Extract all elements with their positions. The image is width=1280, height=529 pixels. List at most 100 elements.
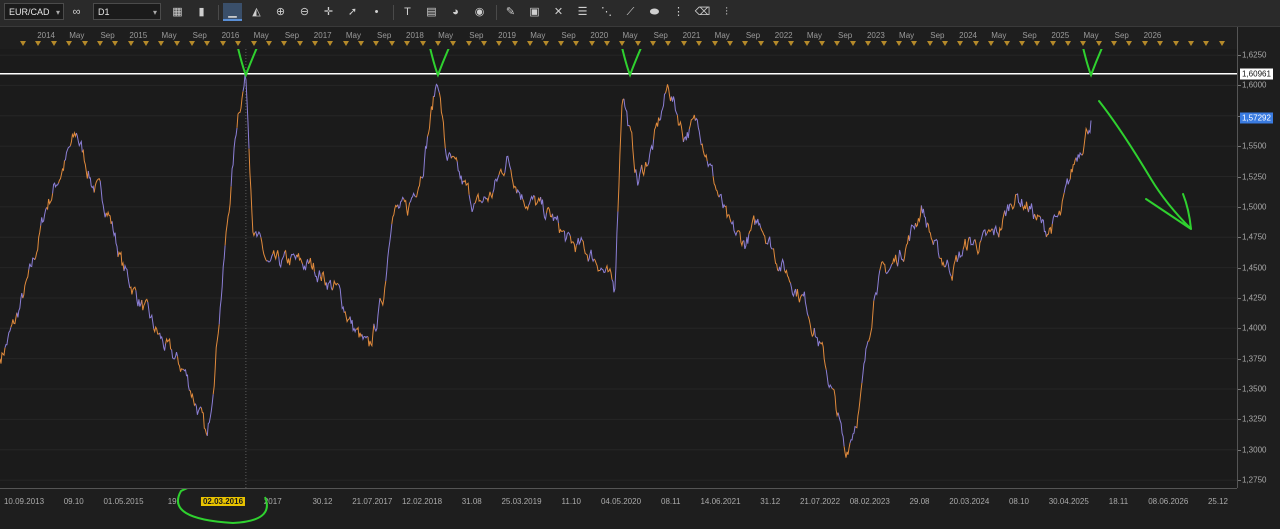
globe-icon[interactable]: ◉ — [470, 3, 489, 21]
event-marker-icon[interactable] — [557, 41, 564, 46]
event-marker-icon[interactable] — [1203, 41, 1210, 46]
event-marker-icon[interactable] — [450, 41, 457, 46]
event-marker-icon[interactable] — [726, 41, 733, 46]
event-marker-icon[interactable] — [35, 41, 42, 46]
event-marker-icon[interactable] — [358, 41, 365, 46]
grid-icon[interactable]: ⋮ — [669, 3, 688, 21]
event-marker-icon[interactable] — [803, 41, 810, 46]
event-marker-icon[interactable] — [1141, 41, 1148, 46]
event-marker-icon[interactable] — [911, 41, 918, 46]
event-marker-icon[interactable] — [20, 41, 27, 46]
ellipse-icon[interactable]: ⬬ — [645, 3, 664, 21]
event-marker-icon[interactable] — [50, 41, 57, 46]
event-marker-icon[interactable] — [603, 41, 610, 46]
event-marker-icon[interactable] — [650, 41, 657, 46]
event-marker-icon[interactable] — [711, 41, 718, 46]
event-marker-icon[interactable] — [588, 41, 595, 46]
trendline-icon[interactable]: ⟋ — [621, 3, 640, 21]
event-marker-icon[interactable] — [573, 41, 580, 46]
event-marker-icon[interactable] — [496, 41, 503, 46]
note-icon[interactable]: ▤ — [422, 3, 441, 21]
event-marker-icon[interactable] — [388, 41, 395, 46]
event-marker-icon[interactable] — [281, 41, 288, 46]
time-axis[interactable]: 10.09.2013 09.10 01.05.2015 19. 02.03.2016 20… — [0, 488, 1237, 529]
event-marker-icon[interactable] — [434, 41, 441, 46]
event-marker-icon[interactable] — [834, 41, 841, 46]
event-marker-icon[interactable] — [81, 41, 88, 46]
price-chart[interactable] — [0, 49, 1237, 488]
event-marker-icon[interactable] — [988, 41, 995, 46]
event-marker-icon[interactable] — [235, 41, 242, 46]
event-marker-icon[interactable] — [957, 41, 964, 46]
candle-icon[interactable]: ▮ — [192, 3, 211, 21]
event-marker-icon[interactable] — [1049, 41, 1056, 46]
pencil-icon[interactable]: ✎ — [501, 3, 520, 21]
event-marker-icon[interactable] — [204, 41, 211, 46]
event-marker-icon[interactable] — [189, 41, 196, 46]
event-marker-icon[interactable] — [665, 41, 672, 46]
event-marker-icon[interactable] — [972, 41, 979, 46]
event-marker-icon[interactable] — [1172, 41, 1179, 46]
crosshair-icon[interactable]: ✛ — [319, 3, 338, 21]
event-marker-icon[interactable] — [1018, 41, 1025, 46]
event-marker-icon[interactable] — [481, 41, 488, 46]
event-marker-icon[interactable] — [926, 41, 933, 46]
event-marker-icon[interactable] — [342, 41, 349, 46]
zoom-in-icon[interactable]: ⊕ — [271, 3, 290, 21]
chart-type-icon[interactable]: ▦ — [168, 3, 187, 21]
event-marker-icon[interactable] — [1126, 41, 1133, 46]
event-marker-icon[interactable] — [1095, 41, 1102, 46]
event-marker-icon[interactable] — [757, 41, 764, 46]
cursor-icon[interactable]: ➚ — [343, 3, 362, 21]
event-marker-icon[interactable] — [742, 41, 749, 46]
event-marker-icon[interactable] — [1111, 41, 1118, 46]
event-marker-icon[interactable] — [634, 41, 641, 46]
event-marker-icon[interactable] — [1157, 41, 1164, 46]
event-marker-icon[interactable] — [849, 41, 856, 46]
event-marker-icon[interactable] — [419, 41, 426, 46]
event-marker-icon[interactable] — [1003, 41, 1010, 46]
event-marker-icon[interactable] — [265, 41, 272, 46]
channel-icon[interactable]: ☰ — [573, 3, 592, 21]
event-marker-icon[interactable] — [1064, 41, 1071, 46]
event-marker-icon[interactable] — [158, 41, 165, 46]
event-marker-icon[interactable] — [327, 41, 334, 46]
symbol-select[interactable]: EUR/CAD ▾ — [4, 3, 64, 20]
template-icon[interactable]: ▣ — [525, 3, 544, 21]
dot-icon[interactable]: • — [367, 3, 386, 21]
eraser-icon[interactable]: ⌫ — [693, 3, 712, 21]
link-icon[interactable]: ∞ — [67, 3, 86, 21]
event-marker-icon[interactable] — [1080, 41, 1087, 46]
event-marker-icon[interactable] — [788, 41, 795, 46]
event-marker-icon[interactable] — [404, 41, 411, 46]
event-marker-icon[interactable] — [880, 41, 887, 46]
event-marker-icon[interactable] — [619, 41, 626, 46]
event-marker-icon[interactable] — [942, 41, 949, 46]
line-chart-icon[interactable]: ▁ — [223, 3, 242, 21]
event-marker-icon[interactable] — [142, 41, 149, 46]
fibonacci-icon[interactable]: ⋱ — [597, 3, 616, 21]
area-chart-icon[interactable]: ◭ — [247, 3, 266, 21]
indicators-icon[interactable]: ⫶ — [717, 3, 736, 21]
event-marker-icon[interactable] — [173, 41, 180, 46]
event-marker-icon[interactable] — [127, 41, 134, 46]
event-marker-icon[interactable] — [542, 41, 549, 46]
event-marker-icon[interactable] — [895, 41, 902, 46]
object-icon[interactable]: ◕ — [446, 3, 465, 21]
timeframe-select[interactable]: D1 ▾ — [93, 3, 161, 20]
event-marker-icon[interactable] — [773, 41, 779, 46]
event-marker-icon[interactable] — [66, 41, 73, 46]
event-marker-icon[interactable] — [296, 41, 303, 46]
event-marker-icon[interactable] — [1034, 41, 1041, 46]
event-marker-icon[interactable] — [819, 41, 826, 46]
event-marker-icon[interactable] — [465, 41, 472, 46]
event-marker-icon[interactable] — [219, 41, 226, 46]
zoom-out-icon[interactable]: ⊖ — [295, 3, 314, 21]
event-marker-icon[interactable] — [696, 41, 703, 46]
pattern-icon[interactable]: ✕ — [549, 3, 568, 21]
event-marker-icon[interactable] — [865, 41, 872, 46]
event-marker-icon[interactable] — [250, 41, 257, 46]
event-marker-icon[interactable] — [511, 41, 518, 46]
event-marker-icon[interactable] — [112, 41, 119, 46]
event-marker-icon[interactable] — [96, 41, 103, 46]
